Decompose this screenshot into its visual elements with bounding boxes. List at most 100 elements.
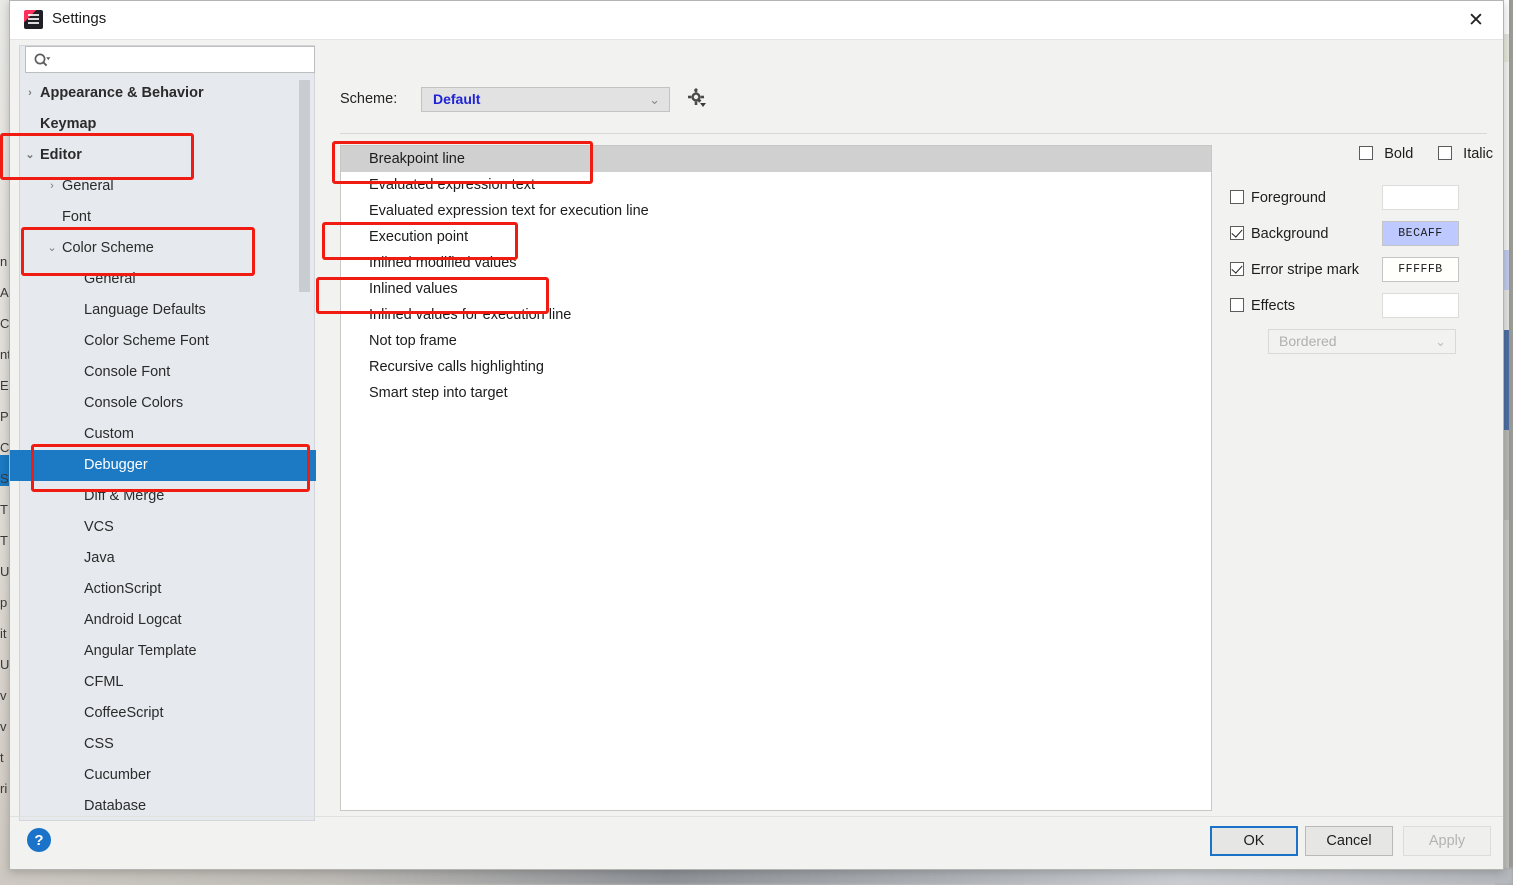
sidebar-item-console-colors[interactable]: Console Colors — [20, 388, 306, 419]
checkbox-label: Foreground — [1251, 190, 1326, 206]
error-stripe-mark-checkbox[interactable]: Error stripe mark — [1230, 261, 1359, 279]
cancel-button[interactable]: Cancel — [1305, 826, 1393, 856]
sidebar-item-vcs[interactable]: VCS — [20, 512, 306, 543]
sidebar-item-label: Diff & Merge — [84, 488, 165, 504]
checkbox-label: Error stripe mark — [1251, 262, 1359, 278]
sidebar-item-debugger[interactable]: Debugger — [10, 450, 316, 481]
intellij-idea-icon — [24, 10, 43, 29]
sidebar-item-label: Language Defaults — [84, 302, 206, 318]
list-item[interactable]: Smart step into target — [341, 380, 1211, 406]
sidebar-item-label: Database — [84, 798, 147, 814]
scheme-label: Scheme: — [340, 91, 398, 107]
sidebar-item-label: General — [84, 271, 136, 287]
sidebar-item-general[interactable]: › General — [20, 171, 306, 202]
italic-checkbox-box[interactable] — [1437, 146, 1452, 160]
list-item[interactable]: Breakpoint line — [341, 146, 1211, 172]
list-item-label: Evaluated expression text — [369, 177, 536, 193]
chevron-right-icon[interactable]: › — [45, 171, 59, 202]
sidebar-item-color-scheme-font[interactable]: Color Scheme Font — [20, 326, 306, 357]
list-item-label: Inlined values for execution line — [369, 307, 572, 323]
search-icon — [34, 53, 51, 67]
attribute-row: Background BECAFF — [1230, 221, 1495, 257]
bold-checkbox-box[interactable] — [1358, 146, 1373, 160]
sidebar-item-coffeescript[interactable]: CoffeeScript — [20, 698, 306, 729]
sidebar-item-label: ActionScript — [84, 581, 162, 597]
checkbox-box[interactable] — [1230, 226, 1244, 240]
list-item-label: Inlined values — [369, 281, 458, 297]
color-swatch[interactable] — [1382, 185, 1459, 210]
list-item[interactable]: Inlined values for execution line — [341, 302, 1211, 328]
attribute-row: Error stripe mark FFFFFB — [1230, 257, 1495, 293]
color-swatch[interactable] — [1382, 293, 1459, 318]
dialog-titlebar: Settings ✕ — [10, 1, 1503, 40]
color-settings-list: Breakpoint line Evaluated expression text… — [340, 145, 1212, 811]
sidebar-item-editor[interactable]: ⌄ Editor — [20, 140, 306, 171]
sidebar-item-label: Custom — [84, 426, 134, 442]
sidebar-item-general[interactable]: General — [20, 264, 306, 295]
scheme-dropdown[interactable]: Default ⌄ — [421, 87, 670, 112]
dialog-title: Settings — [52, 10, 107, 27]
backdrop-right-edge — [1509, 0, 1513, 885]
list-item[interactable]: Recursive calls highlighting — [341, 354, 1211, 380]
attribute-rows: Foreground Background BECAFF Error stripe m… — [1230, 185, 1495, 329]
italic-checkbox[interactable]: Italic — [1437, 145, 1493, 163]
list-item[interactable]: Evaluated expression text — [341, 172, 1211, 198]
sidebar-item-label: Angular Template — [84, 643, 197, 659]
sidebar-item-console-font[interactable]: Console Font — [20, 357, 306, 388]
sidebar-item-label: General — [62, 178, 114, 194]
sidebar-item-diff-merge[interactable]: Diff & Merge — [20, 481, 306, 512]
background-checkbox[interactable]: Background — [1230, 225, 1328, 243]
sidebar-item-java[interactable]: Java — [20, 543, 306, 574]
sidebar-item-css[interactable]: CSS — [20, 729, 306, 760]
effects-type-value: Bordered — [1279, 333, 1337, 349]
sidebar-item-color-scheme[interactable]: ⌄ Color Scheme — [20, 233, 306, 264]
list-item-label: Smart step into target — [369, 385, 508, 401]
sidebar-item-custom[interactable]: Custom — [20, 419, 306, 450]
font-style-row: Bold Italic — [1230, 145, 1495, 171]
color-swatch[interactable]: BECAFF — [1382, 221, 1459, 246]
sidebar-item-actionscript[interactable]: ActionScript — [20, 574, 306, 605]
sidebar-item-cucumber[interactable]: Cucumber — [20, 760, 306, 791]
sidebar-item-label: CoffeeScript — [84, 705, 164, 721]
list-item[interactable]: Not top frame — [341, 328, 1211, 354]
chevron-down-icon[interactable]: ⌄ — [45, 233, 59, 264]
sidebar-item-angular-template[interactable]: Angular Template — [20, 636, 306, 667]
sidebar-item-android-logcat[interactable]: Android Logcat — [20, 605, 306, 636]
checkbox-label: Background — [1251, 226, 1329, 242]
apply-button[interactable]: Apply — [1403, 826, 1491, 856]
screen: n A Cnt E P C S T T Up it Uv v t ri Settings ✕ › Appear… — [0, 0, 1513, 885]
close-icon[interactable]: ✕ — [1455, 5, 1497, 35]
sidebar-item-font[interactable]: Font — [20, 202, 306, 233]
list-item[interactable]: Inlined values — [341, 276, 1211, 302]
sidebar-item-keymap[interactable]: Keymap — [20, 109, 306, 140]
sidebar-item-language-defaults[interactable]: Language Defaults — [20, 295, 306, 326]
list-item-label: Recursive calls highlighting — [369, 359, 544, 375]
checkbox-box[interactable] — [1230, 190, 1244, 204]
sidebar-item-label: Java — [84, 550, 115, 566]
effects-type-dropdown[interactable]: Bordered ⌄ — [1268, 329, 1456, 354]
foreground-checkbox[interactable]: Foreground — [1230, 189, 1326, 207]
checkbox-box[interactable] — [1230, 262, 1244, 276]
gear-icon[interactable] — [685, 88, 713, 112]
chevron-down-icon: ⌄ — [649, 92, 660, 107]
ok-button[interactable]: OK — [1210, 826, 1298, 856]
sidebar-item-cfml[interactable]: CFML — [20, 667, 306, 698]
list-item[interactable]: Inlined modified values — [341, 250, 1211, 276]
sidebar-item-label: Appearance & Behavior — [40, 85, 204, 101]
list-item-label: Execution point — [369, 229, 469, 245]
list-item[interactable]: Execution point — [341, 224, 1211, 250]
search-input[interactable] — [56, 49, 310, 72]
checkbox-box[interactable] — [1230, 298, 1244, 312]
chevron-right-icon[interactable]: › — [23, 78, 37, 109]
list-item[interactable]: Evaluated expression text for execution … — [341, 198, 1211, 224]
chevron-down-icon[interactable]: ⌄ — [23, 140, 37, 171]
search-box[interactable] — [25, 46, 315, 73]
bold-checkbox[interactable]: Bold — [1358, 145, 1413, 163]
help-icon[interactable]: ? — [27, 828, 51, 852]
sidebar-item-appearance-behavior[interactable]: › Appearance & Behavior — [20, 78, 306, 109]
scheme-value: Default — [433, 91, 481, 107]
italic-label: Italic — [1463, 146, 1493, 162]
effects-checkbox[interactable]: Effects — [1230, 297, 1295, 315]
color-swatch[interactable]: FFFFFB — [1382, 257, 1459, 282]
sidebar-item-label: Debugger — [84, 457, 148, 473]
